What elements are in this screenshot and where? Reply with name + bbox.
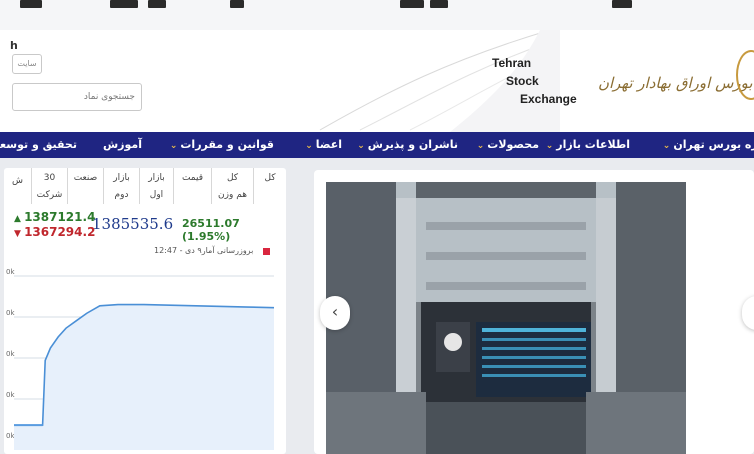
carousel-prev-button[interactable]: ‹ <box>320 296 350 330</box>
tab-sublabel: دوم <box>114 190 129 200</box>
site-select[interactable]: سایت <box>12 54 42 74</box>
brand-english: Tehran Stock Exchange <box>492 54 577 108</box>
nav-item-label: محصولات <box>487 138 539 151</box>
top-strip-block <box>20 0 42 8</box>
nav-item-about[interactable]: درباره بورس تهران⌄ <box>663 132 754 158</box>
nav-item-issuers[interactable]: ناشران و پذیرش⌄ <box>357 132 458 158</box>
nav-item-education[interactable]: آموزش <box>103 132 142 158</box>
chevron-down-icon: ⌄ <box>476 141 485 151</box>
tab-total[interactable]: کل <box>254 168 286 204</box>
chart-ytick-label: 0k <box>6 309 15 317</box>
nav-item-label: تحقیق و توسعه <box>0 138 77 151</box>
tab-second-market[interactable]: بازار دوم <box>104 168 140 204</box>
top-strip-block <box>430 0 448 8</box>
index-value: 1385535.6 <box>92 215 174 233</box>
tab-label: کل <box>226 173 239 183</box>
status-indicator <box>263 248 270 255</box>
top-strip-block <box>110 0 138 8</box>
index-high-value: 1387121.4 <box>24 210 96 224</box>
chevron-down-icon: ⌄ <box>662 141 671 151</box>
chart-area-fill <box>14 304 274 450</box>
brand-persian: بورس اوراق بهادار تهران <box>598 74 753 92</box>
top-strip-block <box>148 0 166 8</box>
tab-sublabel: اول <box>149 190 164 200</box>
tab-label: بازار <box>113 173 130 183</box>
chart-ytick-label: 0k <box>6 350 15 358</box>
top-strip <box>0 0 754 30</box>
brand-english-line: Exchange <box>520 92 577 106</box>
tab-sublabel: شرکت <box>36 190 63 200</box>
brand-english-line: Tehran <box>492 56 532 70</box>
main-navigation: درباره بورس تهران⌄ اطلاعات بازار⌄ محصولا… <box>0 132 754 158</box>
tab-label: 30 <box>43 173 56 183</box>
top-strip-block <box>400 0 424 8</box>
nav-item-regulations[interactable]: قوانین و مقررات⌄ <box>170 132 274 158</box>
tab-30-companies[interactable]: 30 شرکت <box>32 168 68 204</box>
chevron-down-icon: ⌄ <box>305 141 313 151</box>
tab-industry[interactable]: صنعت <box>68 168 104 204</box>
nav-item-label: آموزش <box>103 138 142 151</box>
index-stats: ▲ 1387121.4 ▼ 1367294.2 1385535.6 26511.… <box>4 208 286 243</box>
index-low: ▼ 1367294.2 <box>14 225 95 239</box>
brand-english-line: Stock <box>506 74 539 88</box>
site-header: h سایت جستجوی نماد Tehran Stock Exchange… <box>0 30 754 132</box>
nav-item-label: قوانین و مقررات <box>180 138 274 151</box>
language-button[interactable]: h <box>10 39 18 52</box>
symbol-search-input[interactable]: جستجوی نماد <box>12 83 142 111</box>
index-high: ▲ 1387121.4 <box>14 210 95 224</box>
chevron-down-icon: ⌄ <box>545 141 554 151</box>
nav-item-label: ناشران و پذیرش <box>367 138 458 151</box>
tse-logo-icon[interactable] <box>736 50 754 100</box>
tab-label: بازار <box>148 173 165 183</box>
tab-sublabel: هم وزن <box>218 190 247 200</box>
top-strip-block <box>612 0 632 8</box>
tab-label: قیمت <box>181 173 204 183</box>
index-change: 26511.07 (1.95%) <box>182 217 240 243</box>
nav-item-research[interactable]: تحقیق و توسعه <box>0 132 77 158</box>
index-low-value: 1367294.2 <box>24 225 96 239</box>
top-strip-block <box>230 0 244 8</box>
chart-ytick-label: 0k <box>6 391 15 399</box>
nav-item-market-info[interactable]: اطلاعات بازار⌄ <box>546 132 630 158</box>
tab-label: صنعت <box>73 173 98 183</box>
tab-sublabel: ش <box>12 176 23 186</box>
nav-item-label: درباره بورس تهران <box>673 138 754 151</box>
nav-item-label: اعضا <box>315 138 342 151</box>
tab-label: کل <box>264 173 276 183</box>
chevron-down-icon: ⌄ <box>357 141 365 151</box>
nav-item-label: اطلاعات بازار <box>556 138 630 151</box>
chevron-down-icon: ⌄ <box>169 141 178 151</box>
chart-ytick-label: 0k <box>6 268 15 276</box>
tab-first-market[interactable]: بازار اول <box>140 168 174 204</box>
update-timestamp: بروزرسانی آمار۹ دی - 12:47 <box>154 246 254 255</box>
tab-other[interactable]: ش <box>4 168 32 204</box>
down-arrow-icon: ▼ <box>14 229 25 239</box>
carousel-next-button[interactable]: › <box>742 296 754 330</box>
index-intraday-chart: 0k0k0k0k0k <box>6 268 275 450</box>
index-tabs: کل کل هم وزن قیمت بازار اول بازار دوم صنعت … <box>4 168 286 204</box>
nav-item-products[interactable]: محصولات⌄ <box>477 132 539 158</box>
nav-item-members[interactable]: اعضا⌄ <box>305 132 342 158</box>
tab-price[interactable]: قیمت <box>174 168 212 204</box>
market-index-panel: کل کل هم وزن قیمت بازار اول بازار دوم صنعت … <box>4 168 286 454</box>
tab-equal-weight[interactable]: کل هم وزن <box>212 168 254 204</box>
exchange-hall-photo <box>326 182 686 454</box>
up-arrow-icon: ▲ <box>14 214 25 224</box>
news-carousel: ‹ › <box>314 170 754 454</box>
